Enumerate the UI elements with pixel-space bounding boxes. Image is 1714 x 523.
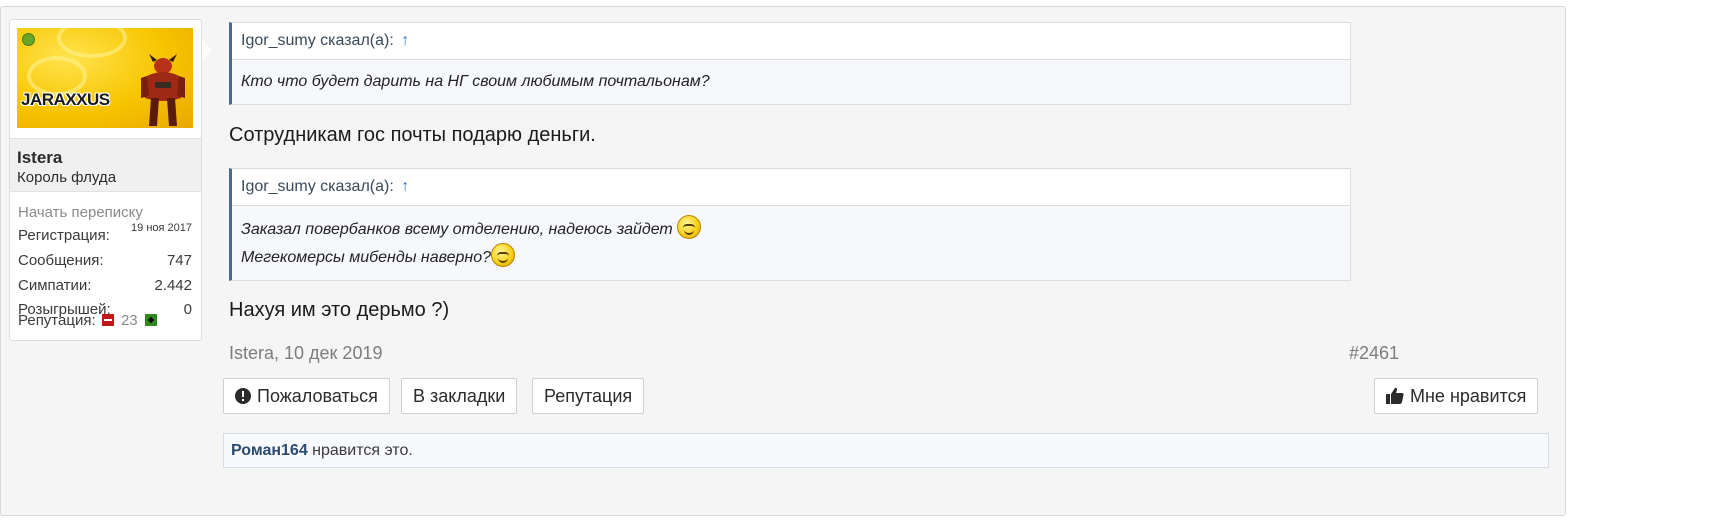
bookmark-label: В закладки [413,386,506,406]
online-dot-icon [22,33,35,46]
stat-value: 0 [183,301,192,318]
start-conversation-link[interactable]: Начать переписку [18,204,143,221]
demon-figure-icon [141,54,185,126]
thumbs-up-icon [1386,387,1404,404]
liker-username[interactable]: Роман164 [231,442,308,459]
message-text: Сотрудникам гос почты подарю деньги. [229,124,596,146]
bookmark-button[interactable]: В закладки [401,378,518,414]
stat-messages: Сообщения: 747 [18,252,192,269]
avatar-decoration [57,28,127,58]
like-button[interactable]: Мне нравится [1374,378,1539,414]
quote-header: Igor_sumy сказал(а): ↑ [232,169,1350,206]
user-title: Король флуда [17,169,117,186]
quote-author: Igor_sumy сказал(а): [241,178,394,195]
likes-text: нравится это. [307,442,413,459]
quote-author: Igor_sumy сказал(а): [241,32,394,49]
quote-block: Igor_sumy сказал(а): ↑ Кто что будет дар… [229,22,1351,105]
stat-registration: Регистрация: 19 ноя 2017 [18,222,192,244]
quote-line: Мегекомерсы мибенды наверно? [241,249,492,266]
quote-header: Igor_sumy сказал(а): ↑ [232,23,1350,60]
user-panel: JARAXXUS Istera Король флуда Начать пере… [9,19,212,341]
quote-body: Кто что будет дарить на НГ своим любимым… [232,60,1350,104]
quote-jump-arrow-icon[interactable]: ↑ [401,32,409,49]
reputation-label: Репутация: [18,312,96,329]
post-number[interactable]: #2461 [1349,343,1399,364]
reputation-row: Репутация: 23 [18,312,157,329]
stat-value: 747 [166,252,192,269]
reputation-button-label: Репутация [544,386,633,406]
message-text: Нахуя им это дерьмо ?) [229,299,450,321]
quote-jump-arrow-icon[interactable]: ↑ [401,178,409,195]
username[interactable]: Istera [17,148,62,168]
reputation-value: 23 [120,312,138,329]
quote-line-wrapper: Заказал повербанков всему отделению, над… [241,215,1341,243]
quote-line: Кто что будет дарить на НГ своим любимым… [241,73,710,90]
quote-body: Заказал повербанков всему отделению, над… [232,206,1350,280]
likes-summary: Роман164 нравится это. [223,433,1549,468]
quote-line-wrapper: Мегекомерсы мибенды наверно? [241,243,1341,271]
post-container: JARAXXUS Istera Король флуда Начать пере… [0,6,1566,516]
stat-value: 19 ноя 2017 [131,222,192,234]
reputation-button[interactable]: Репутация [532,378,645,414]
smile-icon [677,215,702,239]
post-author-date[interactable]: Istera, 10 дек 2019 [229,343,382,364]
reputation-minus-icon[interactable] [101,314,114,326]
stat-value: 2.442 [154,277,192,294]
smile-icon [491,243,516,267]
report-button[interactable]: Пожаловаться [223,378,390,414]
avatar-text: JARAXXUS [21,90,110,109]
stat-label: Симпатии: [18,277,92,294]
like-label: Мне нравится [1410,386,1527,406]
reputation-plus-icon[interactable] [144,314,157,326]
quote-block: Igor_sumy сказал(а): ↑ Заказал повербанк… [229,168,1351,281]
quote-line: Заказал повербанков всему отделению, над… [241,221,673,238]
exclamation-circle-icon [235,388,251,404]
avatar[interactable]: JARAXXUS [17,28,193,128]
stat-label: Регистрация: [18,227,110,244]
report-label: Пожаловаться [257,386,378,406]
stat-likes: Симпатии: 2.442 [18,277,192,294]
stat-label: Сообщения: [18,252,104,269]
